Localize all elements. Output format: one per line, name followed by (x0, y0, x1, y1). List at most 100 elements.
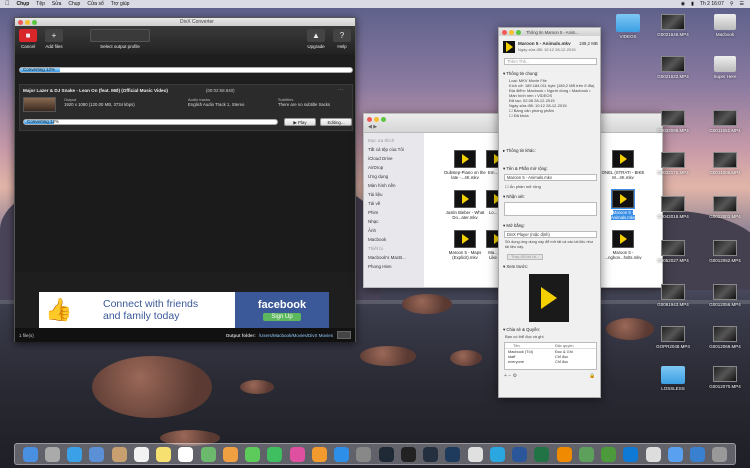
menu-window[interactable]: Cửa sổ (87, 1, 103, 7)
desktop-icon[interactable]: G0011006.MP4 (704, 152, 746, 175)
file-item[interactable]: Maroon 5 - ...nghon...hslts.mkv (600, 230, 646, 260)
minimize-button[interactable] (25, 19, 30, 25)
trash-dock-icon[interactable] (712, 446, 728, 462)
finder-2-dock-icon[interactable] (667, 446, 683, 462)
photoshop-dock-icon[interactable] (445, 446, 461, 462)
teamviewer-dock-icon[interactable] (623, 446, 639, 462)
photos-dock-icon[interactable] (222, 446, 238, 462)
desktop-icon[interactable]: G0042018.MP4 (652, 196, 694, 219)
zoom-button[interactable] (32, 19, 37, 25)
sidebar-item[interactable]: Ứng dụng (368, 172, 420, 181)
ibooks-dock-icon[interactable] (311, 446, 327, 462)
browse-folder-button[interactable] (337, 331, 351, 339)
output-profile-select[interactable]: Select output profile (85, 29, 155, 49)
reminders-dock-icon[interactable] (178, 446, 194, 462)
desktop-icon[interactable]: G0021646.MP4 (652, 14, 694, 37)
desktop-icon[interactable]: G0061943.MP4 (652, 284, 694, 307)
sidebar-item[interactable]: Tất cả tệp của Tôi (368, 145, 420, 154)
desktop-icon[interactable]: GOPR2048.MP4 (652, 326, 694, 349)
messages-dock-icon[interactable] (245, 446, 261, 462)
desktop-icon[interactable]: G0012056.MP4 (704, 284, 746, 307)
subtitle-info[interactable]: Subtitles There are no subtitle tracks (278, 97, 330, 107)
maps-dock-icon[interactable] (200, 446, 216, 462)
search-icon[interactable]: ⚲ (730, 1, 734, 7)
wifi-icon[interactable]: ◉ (681, 1, 685, 7)
desktop-icon[interactable]: G0032175.MP4 (652, 152, 694, 175)
file-item[interactable]: Dubstep-Piano on the late -...4K.mkv (442, 150, 488, 180)
locked-checkbox[interactable]: ☐ Đã khóa (509, 113, 597, 118)
upgrade-button[interactable]: ▲ Upgrade (307, 29, 325, 49)
app-store-dock-icon[interactable] (334, 446, 350, 462)
general-section-toggle[interactable]: ▾ Thông tin chung: (503, 71, 538, 77)
name-extension-field[interactable]: Maroon 5 - Animals.mkv (504, 174, 597, 181)
notification-icon[interactable]: ☰ (740, 1, 744, 7)
desktop-icon[interactable]: G0012069.MP4 (704, 326, 746, 349)
desktop-icon[interactable]: Super Here (704, 56, 746, 79)
output-info[interactable]: Output 1920 x 1080 (120.00 MB, 3734 kbps… (64, 97, 135, 107)
desktop-icon[interactable]: VIDEOS (607, 14, 649, 39)
battery-icon[interactable]: ▮ (691, 1, 694, 7)
info-zoom-button[interactable] (516, 29, 521, 35)
conversion-job[interactable]: Major Lazer & DJ Snake - Lean On (feat. … (19, 84, 353, 131)
utorrent-dock-icon[interactable] (601, 446, 617, 462)
hide-extension-checkbox[interactable]: ☐ Ẩn phần mở rộng (505, 184, 541, 189)
launchpad-dock-icon[interactable] (44, 446, 60, 462)
comments-field[interactable] (504, 202, 597, 216)
skype-dock-icon[interactable] (489, 446, 505, 462)
apple-menu-icon[interactable]:  (5, 1, 10, 7)
play-button[interactable]: ▶ Play (284, 118, 316, 126)
finder-close-button[interactable] (367, 117, 372, 122)
output-folder-path[interactable]: /Users/Macbook/Movies/DivX Movies (259, 333, 333, 338)
sidebar-item[interactable]: Ảnh (368, 226, 420, 235)
menu-help[interactable]: Trợ giúp (111, 1, 130, 7)
sidebar-item[interactable]: Phim (368, 208, 420, 217)
safari-dock-icon[interactable] (67, 446, 83, 462)
add-remove-perm-icon[interactable]: + − ⚙ (504, 373, 517, 379)
divx-dock-icon[interactable] (378, 446, 394, 462)
sidebar-item[interactable]: Màn hình nền (368, 181, 420, 190)
file-item[interactable]: Maroon 5 - Maps (Explicit).mkv (442, 230, 488, 260)
lightroom-dock-icon[interactable] (423, 446, 439, 462)
add-files-button[interactable]: + Add files (45, 29, 63, 49)
nav-arrows-icon[interactable]: ◀ ▶ (368, 124, 377, 130)
facetime-dock-icon[interactable] (267, 446, 283, 462)
system-preferences-dock-icon[interactable] (356, 446, 372, 462)
sidebar-item[interactable]: Nhạc (368, 217, 420, 226)
close-button[interactable] (18, 19, 23, 25)
finder-zoom-button[interactable] (381, 117, 386, 122)
file-item-selected[interactable]: Maroon 5 - Animals.mkv (600, 189, 646, 220)
menu-capture[interactable]: Chụp (68, 1, 80, 7)
tags-field[interactable]: Thêm Thẻ... (504, 58, 597, 65)
desktop-icon[interactable]: G0032098.MP4 (652, 110, 694, 133)
audio-info[interactable]: Audio tracks English Audio Track 1, Ster… (188, 97, 244, 107)
desktop-icon[interactable]: G0012052.MP4 (704, 240, 746, 263)
word-dock-icon[interactable] (512, 446, 528, 462)
help-button[interactable]: ? Help (333, 29, 351, 49)
desktop-icon[interactable]: G0021622.MP4 (652, 56, 694, 79)
chrome-dock-icon[interactable] (467, 446, 483, 462)
contacts-dock-icon[interactable] (111, 446, 127, 462)
desktop-icon[interactable]: G0052027.MP4 (652, 240, 694, 263)
file-item[interactable]: Justin Bieber - What Do...ater.mkv (442, 190, 488, 220)
notes-dock-icon[interactable] (156, 446, 172, 462)
sidebar-item[interactable]: AirDrop (368, 163, 420, 172)
cancel-button[interactable]: ■ Cancel (19, 29, 37, 49)
sidebar-item[interactable]: Phong Hien (368, 262, 420, 271)
terminal-dock-icon[interactable] (400, 446, 416, 462)
info-close-button[interactable] (502, 29, 507, 35)
more-info-toggle[interactable]: ▸ Thông tin khác: (503, 148, 536, 154)
menu-edit[interactable]: Sửa (52, 1, 61, 7)
open-with-toggle[interactable]: ▾ Mở bằng: (503, 223, 525, 229)
desktop-icon[interactable]: LOSSLESS (652, 366, 694, 391)
itunes-dock-icon[interactable] (289, 446, 305, 462)
sidebar-item[interactable]: Tải về (368, 199, 420, 208)
sidebar-item[interactable]: Macbook's MacB... (368, 253, 420, 262)
finder-minimize-button[interactable] (374, 117, 379, 122)
desktop-icon[interactable]: G0011051.MP4 (704, 110, 746, 133)
table-row[interactable]: everyone Chỉ đọc (505, 359, 596, 364)
preview-dock-icon[interactable] (645, 446, 661, 462)
desktop-icon[interactable]: G0012001.MP4 (704, 196, 746, 219)
info-minimize-button[interactable] (509, 29, 514, 35)
lock-icon[interactable]: 🔒 (589, 373, 595, 379)
clock[interactable]: Th 2 16:07 (700, 1, 724, 7)
